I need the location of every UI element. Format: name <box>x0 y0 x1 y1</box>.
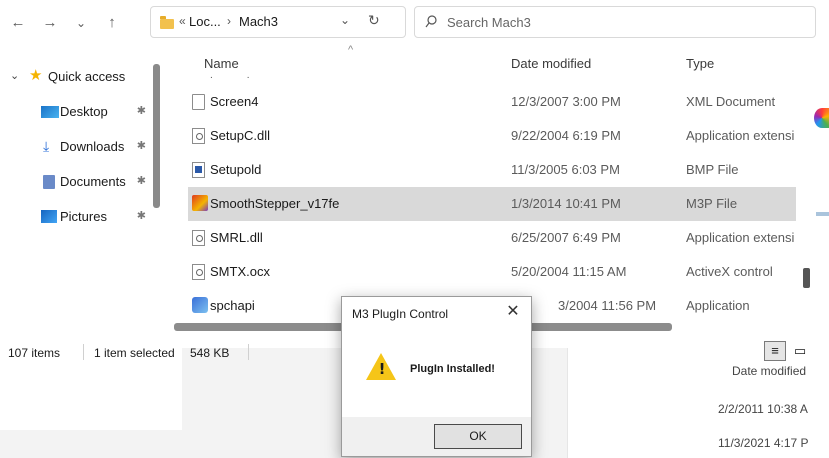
dll-icon <box>192 128 205 144</box>
sidebar-item-downloads[interactable]: ⤓ Downloads ✱ <box>0 132 150 160</box>
plugin-control-dialog: M3 PlugIn Control ✕ ! PlugIn Installed! … <box>341 296 532 457</box>
address-overflow[interactable]: « <box>179 14 186 28</box>
documents-icon <box>43 175 55 189</box>
file-date: 9/22/2004 6:19 PM <box>511 128 621 143</box>
up-button[interactable]: ↑ <box>101 12 123 34</box>
background-window-right: Date modified 2/2/2011 10:38 A 11/3/2021… <box>567 348 829 458</box>
sidebar-item-label: Downloads <box>60 139 125 154</box>
sidebar-item-pictures[interactable]: Pictures ✱ <box>0 202 150 230</box>
table-row[interactable]: SMTX.ocx 5/20/2004 11:15 AM ActiveX cont… <box>188 255 796 289</box>
background-date-header: Date modified <box>732 364 807 378</box>
breadcrumb-mach3[interactable]: Mach3 <box>239 14 278 29</box>
file-type: XML Document <box>686 94 776 109</box>
ocx-icon <box>192 264 205 280</box>
warning-exclamation-icon: ! <box>378 360 386 378</box>
file-name: SmoothStepper_v17fe <box>210 196 340 211</box>
file-type: Application extensi <box>686 230 795 245</box>
sidebar-item-label: Documents <box>60 174 126 189</box>
navigation-bar: ← → ⌄ ↑ « Loc... › Mach3 ⌄ ↻ Search Mach… <box>0 0 829 44</box>
dialog-body: ! PlugIn Installed! <box>342 329 531 417</box>
background-date-2: 11/3/2021 4:17 P <box>718 436 809 450</box>
partial-row-fragment: .. <box>210 70 284 81</box>
document-icon <box>192 94 205 110</box>
pin-icon[interactable]: ✱ <box>137 167 146 195</box>
chevron-down-icon[interactable]: ⌄ <box>10 62 19 90</box>
file-date: 1/3/2014 10:41 PM <box>511 196 621 211</box>
color-wheel-icon <box>814 108 829 128</box>
file-date: 6/25/2007 6:49 PM <box>511 230 621 245</box>
dialog-message: PlugIn Installed! <box>410 363 495 375</box>
pin-icon[interactable]: ✱ <box>137 97 146 125</box>
sidebar-item-label: Quick access <box>48 69 126 84</box>
dialog-title-bar[interactable]: M3 PlugIn Control ✕ <box>342 297 531 329</box>
desktop-icon <box>41 106 59 118</box>
column-date-modified[interactable]: Date modified <box>511 56 591 71</box>
status-divider <box>83 344 84 360</box>
search-box[interactable]: Search Mach3 <box>414 6 816 38</box>
selection-count: 1 item selected <box>94 346 175 360</box>
selection-size: 548 KB <box>190 346 230 360</box>
file-name: Setupold <box>210 162 262 177</box>
file-type: M3P File <box>686 196 738 211</box>
ok-button[interactable]: OK <box>434 424 522 449</box>
dialog-title: M3 PlugIn Control <box>352 307 449 321</box>
address-bar[interactable]: « Loc... › Mach3 ⌄ ↻ <box>150 6 406 38</box>
folder-icon <box>160 16 174 32</box>
refresh-icon[interactable]: ↻ <box>368 12 380 29</box>
recent-locations-button[interactable]: ⌄ <box>70 12 92 34</box>
file-list-scrollbar-thumb[interactable] <box>803 268 810 288</box>
app-icon <box>192 297 208 313</box>
file-date: 12/3/2007 3:00 PM <box>511 94 621 109</box>
background-accent-strip <box>816 212 829 216</box>
file-type: Application <box>686 298 750 313</box>
search-icon <box>425 15 437 28</box>
sidebar-item-documents[interactable]: Documents ✱ <box>0 167 150 195</box>
bmp-icon <box>192 162 205 178</box>
file-date: 5/20/2004 11:15 AM <box>511 264 627 279</box>
sidebar-item-desktop[interactable]: Desktop ✱ <box>0 97 150 125</box>
breadcrumb-separator: › <box>227 14 231 28</box>
background-date-1: 2/2/2011 10:38 A <box>718 402 808 416</box>
star-icon: ★ <box>29 67 43 84</box>
file-type: ActiveX control <box>686 264 773 279</box>
m3p-icon <box>192 195 208 211</box>
back-button[interactable]: ← <box>7 12 29 34</box>
file-name: SMRL.dll <box>210 230 263 245</box>
file-name: SMTX.ocx <box>210 264 270 279</box>
details-view-icon[interactable]: ≡ <box>764 341 786 361</box>
forward-button[interactable]: → <box>39 12 61 34</box>
item-count: 107 items <box>8 346 61 360</box>
pin-icon[interactable]: ✱ <box>137 132 146 160</box>
table-row[interactable]: Screen4 12/3/2007 3:00 PM XML Document <box>188 85 796 119</box>
table-row[interactable]: SetupC.dll 9/22/2004 6:19 PM Application… <box>188 119 796 153</box>
status-divider <box>248 344 249 360</box>
sidebar-item-label: Desktop <box>60 104 108 119</box>
large-icons-view-icon[interactable]: ▭ <box>790 341 810 361</box>
sidebar-scrollbar-thumb[interactable] <box>153 64 160 208</box>
file-name: Screen4 <box>210 94 259 109</box>
sidebar-item-label: Pictures <box>60 209 107 224</box>
file-date: 11/3/2005 6:03 PM <box>511 162 620 177</box>
sort-indicator-icon: ^ <box>348 44 354 56</box>
table-row-selected[interactable]: SmoothStepper_v17fe 1/3/2014 10:41 PM M3… <box>188 187 796 221</box>
sidebar-item-quick-access[interactable]: ⌄ ★ Quick access <box>0 62 150 90</box>
dll-icon <box>192 230 205 246</box>
file-type: BMP File <box>686 162 739 177</box>
pin-icon[interactable]: ✱ <box>137 202 146 230</box>
address-dropdown-icon[interactable]: ⌄ <box>340 13 350 27</box>
table-row[interactable]: SMRL.dll 6/25/2007 6:49 PM Application e… <box>188 221 796 255</box>
pictures-icon <box>41 210 57 223</box>
column-name[interactable]: Name <box>204 56 239 71</box>
file-type: Application extensi <box>686 128 795 143</box>
breadcrumb-local[interactable]: Loc... <box>189 14 221 29</box>
navigation-pane: ⌄ ★ Quick access Desktop ✱ ⤓ Downloads ✱… <box>0 44 165 342</box>
download-icon: ⤓ <box>43 138 50 154</box>
column-type[interactable]: Type <box>686 56 714 71</box>
table-row[interactable]: Setupold 11/3/2005 6:03 PM BMP File <box>188 153 796 187</box>
background-panel-left-lower <box>0 430 182 458</box>
close-icon[interactable]: ✕ <box>503 302 523 322</box>
search-input[interactable]: Search Mach3 <box>447 15 531 30</box>
file-name: SetupC.dll <box>210 128 270 143</box>
